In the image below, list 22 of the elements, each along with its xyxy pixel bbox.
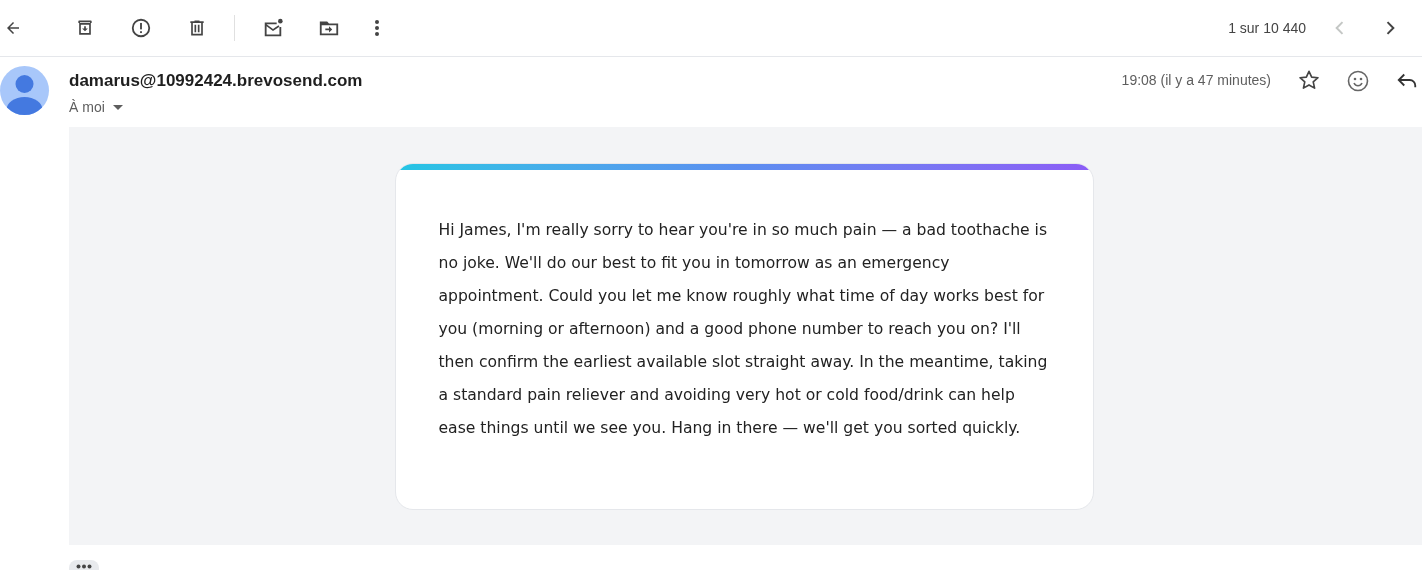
timestamp: 19:08 (il y a 47 minutes) xyxy=(1121,71,1271,90)
envelope-icon xyxy=(262,17,284,39)
ellipsis-icon xyxy=(76,563,92,569)
sender-address: damarus@10992424.brevosend.com xyxy=(69,70,363,92)
smiley-icon xyxy=(1346,69,1370,93)
emoji-button[interactable] xyxy=(1346,69,1370,93)
star-button[interactable] xyxy=(1298,69,1320,91)
report-spam-button[interactable] xyxy=(130,17,152,39)
caret-icon xyxy=(112,104,123,110)
trash-icon xyxy=(187,18,207,38)
message-body: Hi James, I'm really sorry to hear you're in so much pain — a bad toothache is no joke. We'll do our best to fit you in tomorrow as an emergency appointment. Could you let me know roughly what time of day works best for you (morning or afternoon) and a good phone number to reach you on? I'll then confirm the earliest available slot straight away. In the meantime, taking a standard pain reliever and avoiding very hot or cold food/drink can help ease things until we see you. Hang in there — we'll get you sorted quickly. xyxy=(437,220,1049,439)
pager-count: 1 sur 10 440 xyxy=(1228,18,1306,38)
delete-button[interactable] xyxy=(187,18,207,38)
more-options-button[interactable] xyxy=(374,19,380,37)
show-trimmed-button[interactable] xyxy=(69,560,99,570)
archive-button[interactable] xyxy=(75,18,95,38)
more-vertical-icon xyxy=(374,19,380,37)
recipient-dropdown[interactable]: À moi xyxy=(69,96,363,118)
exclamation-circle-icon xyxy=(130,17,152,39)
avatar-icon xyxy=(0,66,49,115)
archive-icon xyxy=(75,18,95,38)
mark-unread-button[interactable] xyxy=(262,17,284,39)
